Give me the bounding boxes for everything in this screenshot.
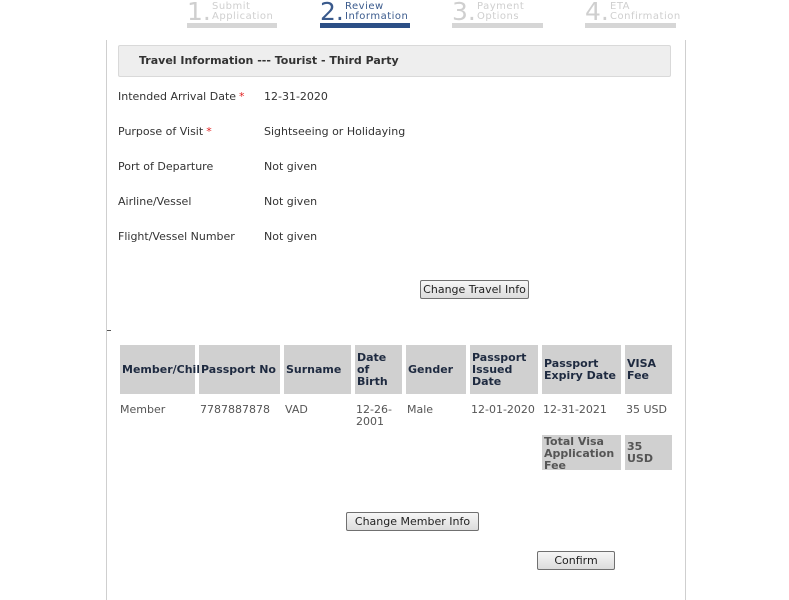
field-value: Not given	[264, 230, 318, 243]
field-label: Airline/Vessel	[118, 195, 192, 208]
step-bar-active	[320, 23, 410, 28]
field-label: Flight/Vessel Number	[118, 230, 235, 243]
field-value: Sightseeing or Holidaying	[264, 125, 406, 138]
change-travel-info-button[interactable]: Change Travel Info	[420, 280, 529, 299]
column-header: Member/Child	[120, 345, 208, 394]
required-marker: *	[239, 90, 245, 103]
table-cell: Male	[407, 403, 434, 416]
table-cell: 12-01-2020	[471, 403, 535, 416]
field-label: Intended Arrival Date *	[118, 90, 245, 103]
table-cell: VAD	[285, 403, 308, 416]
table-cell: 12-31-2021	[543, 403, 607, 416]
table-cell: 7787887878	[200, 403, 270, 416]
column-header: Passport Issued Date	[470, 345, 538, 394]
step-label: Review Information	[345, 1, 409, 22]
section-header: Travel Information --- Tourist - Third P…	[118, 45, 671, 77]
step-label: Payment Options	[477, 1, 525, 22]
column-header: VISA Fee	[625, 345, 672, 394]
field-value: 12-31-2020	[264, 90, 328, 103]
field-value: Not given	[264, 195, 318, 208]
change-member-info-button[interactable]: Change Member Info	[346, 512, 479, 531]
step-bar	[187, 23, 277, 28]
divider-mark	[107, 330, 111, 331]
field-label: Port of Departure	[118, 160, 214, 173]
step-label: ETA Confirmation	[610, 1, 681, 22]
total-fee-label: Total Visa Application Fee	[542, 435, 621, 472]
step-label: Submit Application	[212, 1, 274, 22]
column-header: Gender	[406, 345, 466, 394]
required-marker: *	[206, 125, 212, 138]
field-value: Not given	[264, 160, 318, 173]
section-title: Travel Information --- Tourist - Third P…	[139, 54, 399, 67]
column-header: Surname	[284, 345, 351, 394]
total-fee-value: 35 USD	[625, 435, 672, 470]
progress-steps: 1. Submit Application 2. Review Informatio…	[0, 0, 789, 30]
column-header: Passport No	[199, 345, 280, 394]
column-header: Passport Expiry Date	[542, 345, 621, 394]
table-cell: Member	[120, 403, 166, 416]
confirm-button[interactable]: Confirm	[537, 551, 615, 570]
step-bar	[585, 23, 676, 28]
step-bar	[452, 23, 543, 28]
field-label: Purpose of Visit *	[118, 125, 212, 138]
column-header: Date of Birth	[355, 345, 402, 394]
table-cell: 35 USD	[626, 403, 667, 416]
table-cell: 12-26-2001	[356, 403, 392, 428]
